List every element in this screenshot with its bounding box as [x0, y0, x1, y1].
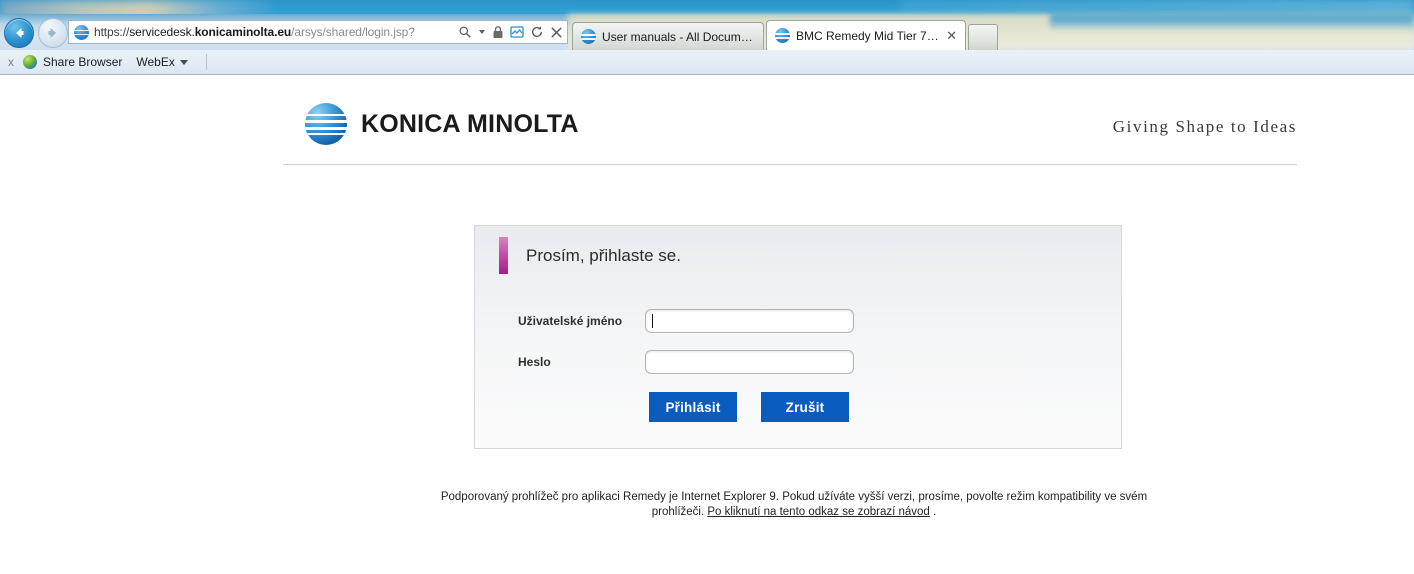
back-arrow-icon: [16, 28, 24, 38]
address-bar-url: https://servicedesk.konicaminolta.eu/ars…: [94, 25, 452, 39]
globe-band: [305, 133, 347, 135]
login-submit-button[interactable]: Přihlásit: [649, 392, 737, 422]
konica-minolta-logo: KONICA MINOLTA: [305, 103, 579, 145]
close-tab-icon[interactable]: ✕: [940, 29, 957, 42]
tab-favicon-icon: [775, 28, 790, 43]
address-bar[interactable]: https://servicedesk.konicaminolta.eu/ars…: [68, 20, 568, 44]
close-toolbar-icon[interactable]: x: [0, 55, 23, 69]
login-panel-header: Prosím, přihlaste se.: [499, 237, 681, 274]
username-label: Uživatelské jméno: [518, 314, 623, 328]
brand-tagline: Giving Shape to Ideas: [1112, 117, 1297, 136]
username-row: Uživatelské jméno: [475, 306, 1121, 336]
text-caret: [652, 314, 653, 328]
stop-icon[interactable]: [550, 26, 563, 39]
password-label: Heslo: [518, 355, 551, 369]
support-note-line2-suffix: .: [929, 506, 937, 518]
konica-globe-icon: [305, 103, 347, 145]
support-note-line1: Podporovaný prohlížeč pro aplikaci Remed…: [440, 491, 1102, 503]
webex-menu-button[interactable]: WebEx: [136, 55, 188, 69]
globe-band: [305, 120, 347, 124]
forward-arrow-icon: [48, 28, 56, 38]
webex-label: WebEx: [136, 55, 175, 69]
screen: https://servicedesk.konicaminolta.eu/ars…: [0, 0, 1414, 574]
login-panel: Prosím, přihlaste se. Uživatelské jméno …: [474, 225, 1122, 449]
browser-tab-active[interactable]: BMC Remedy Mid Tier 7.6 -... ✕: [766, 20, 966, 50]
chevron-down-icon: [179, 60, 188, 66]
toolbar-separator: [205, 54, 207, 70]
browser-tab-inactive[interactable]: User manuals - All Documents: [572, 22, 764, 50]
tab-favicon-icon: [581, 29, 596, 44]
url-path: /arsys/shared/login.jsp?: [291, 25, 415, 39]
manual-link[interactable]: Po kliknutí na tento odkaz se zobrazí ná…: [707, 506, 929, 518]
page-content: KONICA MINOLTA Giving Shape to Ideas Pro…: [0, 75, 1414, 574]
login-title: Prosím, přihlaste se.: [526, 245, 681, 265]
url-subdomain: servicedesk.: [129, 25, 195, 39]
globe-band: [305, 127, 347, 130]
refresh-icon[interactable]: [530, 25, 544, 39]
password-row: Heslo: [475, 347, 1121, 377]
browser-chrome: https://servicedesk.konicaminolta.eu/ars…: [0, 14, 1414, 75]
browser-tab-label: User manuals - All Documents: [602, 29, 755, 44]
new-tab-button[interactable]: [968, 24, 998, 51]
login-button-row: Přihlásit Zrušit: [649, 392, 849, 422]
header-divider: [283, 164, 1297, 165]
address-bar-icons: [452, 25, 563, 39]
share-browser-globe-icon: [23, 55, 37, 69]
forward-button[interactable]: [38, 18, 68, 48]
accent-bar: [499, 237, 508, 274]
chevron-down-icon[interactable]: [478, 25, 486, 39]
browser-navigation-bar: https://servicedesk.konicaminolta.eu/ars…: [0, 14, 1414, 51]
tabbar-background-top: [1050, 14, 1414, 28]
globe-band: [305, 114, 347, 117]
command-bar: x Share Browser WebEx: [0, 50, 1414, 75]
compatibility-view-icon[interactable]: [510, 25, 524, 39]
url-domain: konicaminolta.eu: [194, 25, 292, 39]
share-browser-button[interactable]: Share Browser: [43, 55, 122, 69]
site-favicon-icon: [74, 24, 89, 40]
brand-header: KONICA MINOLTA Giving Shape to Ideas: [283, 95, 1297, 165]
browser-support-note: Podporovaný prohlížeč pro aplikaci Remed…: [414, 490, 1174, 520]
url-protocol: https://: [94, 25, 130, 39]
logo-wordmark: KONICA MINOLTA: [361, 109, 579, 138]
login-cancel-button[interactable]: Zrušit: [761, 392, 849, 422]
username-input[interactable]: [645, 309, 854, 333]
password-input[interactable]: [645, 350, 854, 374]
lock-icon[interactable]: [492, 25, 504, 39]
browser-tab-label: BMC Remedy Mid Tier 7.6 -...: [796, 28, 941, 43]
search-icon[interactable]: [458, 25, 472, 39]
back-button[interactable]: [4, 18, 34, 48]
